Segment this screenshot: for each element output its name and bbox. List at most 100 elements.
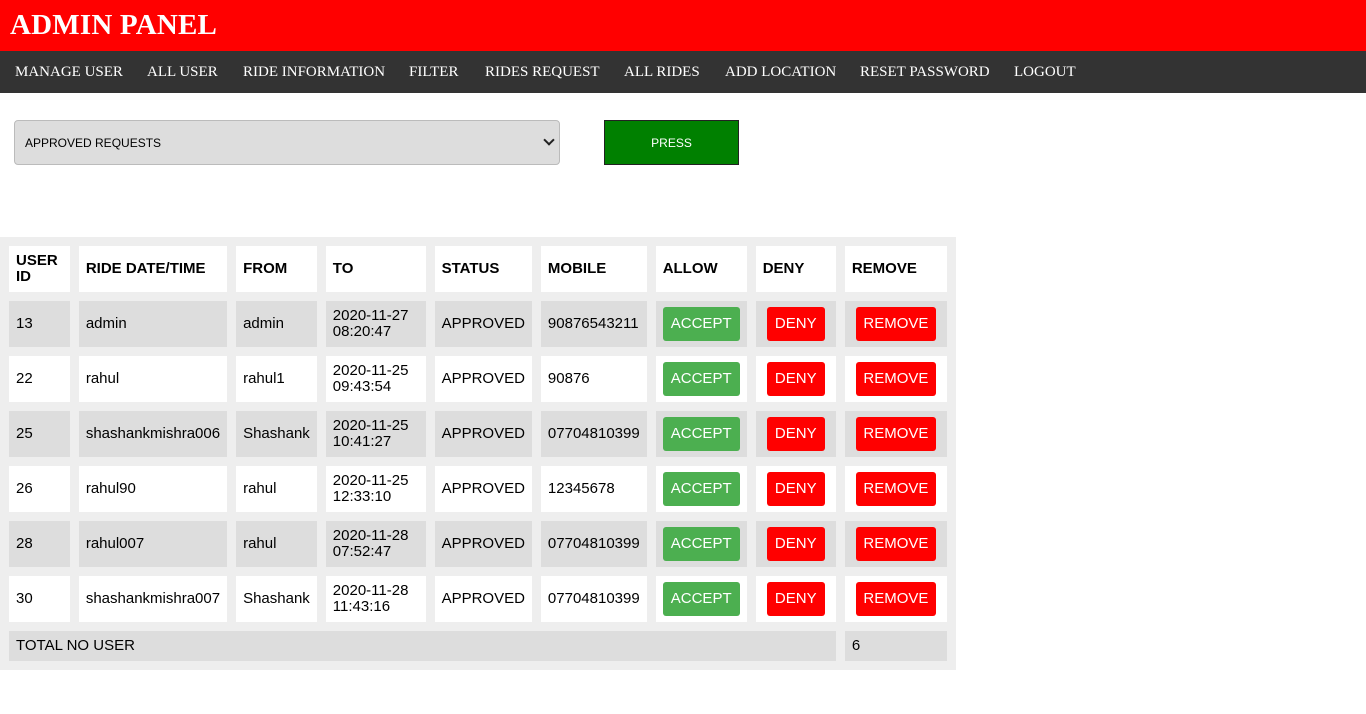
requests-table: USER ID RIDE DATE/TIME FROM TO STATUS MO… [0,237,956,670]
cell-deny: DENY [755,576,836,622]
cell-to: 2020-11-28 07:52:47 [325,521,426,567]
cell-user-id: 13 [9,301,70,347]
cell-mobile: 90876 [540,356,647,402]
cell-status: APPROVED [434,576,532,622]
cell-allow: ACCEPT [655,576,747,622]
cell-to: 2020-11-25 09:43:54 [325,356,426,402]
to-time: 12:33:10 [332,488,392,505]
cell-allow: ACCEPT [655,301,747,347]
to-date: 2020-11-27 [332,307,409,324]
remove-button[interactable]: REMOVE [855,362,936,396]
header-from: FROM [236,246,317,292]
total-label: TOTAL NO USER [9,631,836,661]
accept-button[interactable]: ACCEPT [662,307,740,341]
remove-button[interactable]: REMOVE [855,417,936,451]
cell-to: 2020-11-25 10:41:27 [325,411,426,457]
cell-from: rahul [236,466,317,512]
to-time: 10:41:27 [332,433,392,450]
remove-button[interactable]: REMOVE [855,582,936,616]
cell-from: admin [236,301,317,347]
nav-bar: MANAGE USER ALL USER RIDE INFORMATION FI… [0,51,1366,93]
to-time: 07:52:47 [332,543,392,560]
cell-remove: REMOVE [844,411,947,457]
cell-allow: ACCEPT [655,356,747,402]
cell-from: rahul [236,521,317,567]
to-time: 08:20:47 [332,323,392,340]
remove-button[interactable]: REMOVE [855,472,936,506]
nav-all-user[interactable]: ALL USER [147,51,218,93]
cell-user-id: 25 [9,411,70,457]
header-bar: ADMIN PANEL [0,0,1366,51]
cell-ride: admin [78,301,228,347]
cell-mobile: 90876543211 [540,301,647,347]
cell-remove: REMOVE [844,356,947,402]
nav-manage-user[interactable]: MANAGE USER [15,51,123,93]
header-allow: ALLOW [655,246,747,292]
cell-status: APPROVED [434,301,532,347]
accept-button[interactable]: ACCEPT [662,362,740,396]
total-value: 6 [844,631,947,661]
nav-rides-request[interactable]: RIDES REQUEST [485,51,600,93]
cell-mobile: 07704810399 [540,576,647,622]
header-mobile: MOBILE [540,246,647,292]
accept-button[interactable]: ACCEPT [662,582,740,616]
nav-ride-information[interactable]: RIDE INFORMATION [243,51,385,93]
total-row: TOTAL NO USER 6 [9,631,947,661]
deny-button[interactable]: DENY [766,472,825,506]
cell-allow: ACCEPT [655,411,747,457]
to-date: 2020-11-25 [332,472,409,489]
cell-remove: REMOVE [844,576,947,622]
to-date: 2020-11-28 [332,582,409,599]
cell-ride: shashankmishra006 [78,411,228,457]
to-date: 2020-11-28 [332,527,409,544]
cell-deny: DENY [755,301,836,347]
cell-status: APPROVED [434,521,532,567]
cell-remove: REMOVE [844,466,947,512]
cell-from: Shashank [236,411,317,457]
cell-status: APPROVED [434,356,532,402]
page-title: ADMIN PANEL [10,9,218,41]
remove-button[interactable]: REMOVE [855,307,936,341]
deny-button[interactable]: DENY [766,362,825,396]
remove-button[interactable]: REMOVE [855,527,936,561]
header-deny: DENY [755,246,836,292]
header-remove: REMOVE [844,246,947,292]
accept-button[interactable]: ACCEPT [662,472,740,506]
requests-table-container: USER ID RIDE DATE/TIME FROM TO STATUS MO… [0,237,956,670]
header-status: STATUS [434,246,532,292]
cell-allow: ACCEPT [655,466,747,512]
cell-deny: DENY [755,356,836,402]
cell-user-id: 22 [9,356,70,402]
cell-deny: DENY [755,411,836,457]
nav-all-rides[interactable]: ALL RIDES [624,51,700,93]
table-row: 30 shashankmishra007 Shashank 2020-11-28… [9,576,947,622]
cell-status: APPROVED [434,466,532,512]
cell-user-id: 28 [9,521,70,567]
cell-mobile: 07704810399 [540,521,647,567]
cell-ride: rahul90 [78,466,228,512]
table-row: 26 rahul90 rahul 2020-11-25 12:33:10 APPR… [9,466,947,512]
header-user-id: USER ID [9,246,70,292]
cell-from: rahul1 [236,356,317,402]
table-row: 13 admin admin 2020-11-27 08:20:47 APPROV… [9,301,947,347]
request-filter-select[interactable]: APPROVED REQUESTS [14,120,560,165]
header-ride-datetime: RIDE DATE/TIME [78,246,228,292]
deny-button[interactable]: DENY [766,527,825,561]
cell-deny: DENY [755,521,836,567]
nav-logout[interactable]: LOGOUT [1014,51,1076,93]
deny-button[interactable]: DENY [766,582,825,616]
table-row: 22 rahul rahul1 2020-11-25 09:43:54 APPRO… [9,356,947,402]
nav-filter[interactable]: FILTER [409,51,458,93]
nav-reset-password[interactable]: RESET PASSWORD [860,51,990,93]
cell-ride: rahul007 [78,521,228,567]
deny-button[interactable]: DENY [766,417,825,451]
press-button[interactable]: PRESS [604,120,739,165]
nav-add-location[interactable]: ADD LOCATION [725,51,836,93]
accept-button[interactable]: ACCEPT [662,417,740,451]
header-to: TO [325,246,426,292]
cell-to: 2020-11-27 08:20:47 [325,301,426,347]
accept-button[interactable]: ACCEPT [662,527,740,561]
deny-button[interactable]: DENY [766,307,825,341]
cell-user-id: 26 [9,466,70,512]
table-header-row: USER ID RIDE DATE/TIME FROM TO STATUS MO… [9,246,947,292]
